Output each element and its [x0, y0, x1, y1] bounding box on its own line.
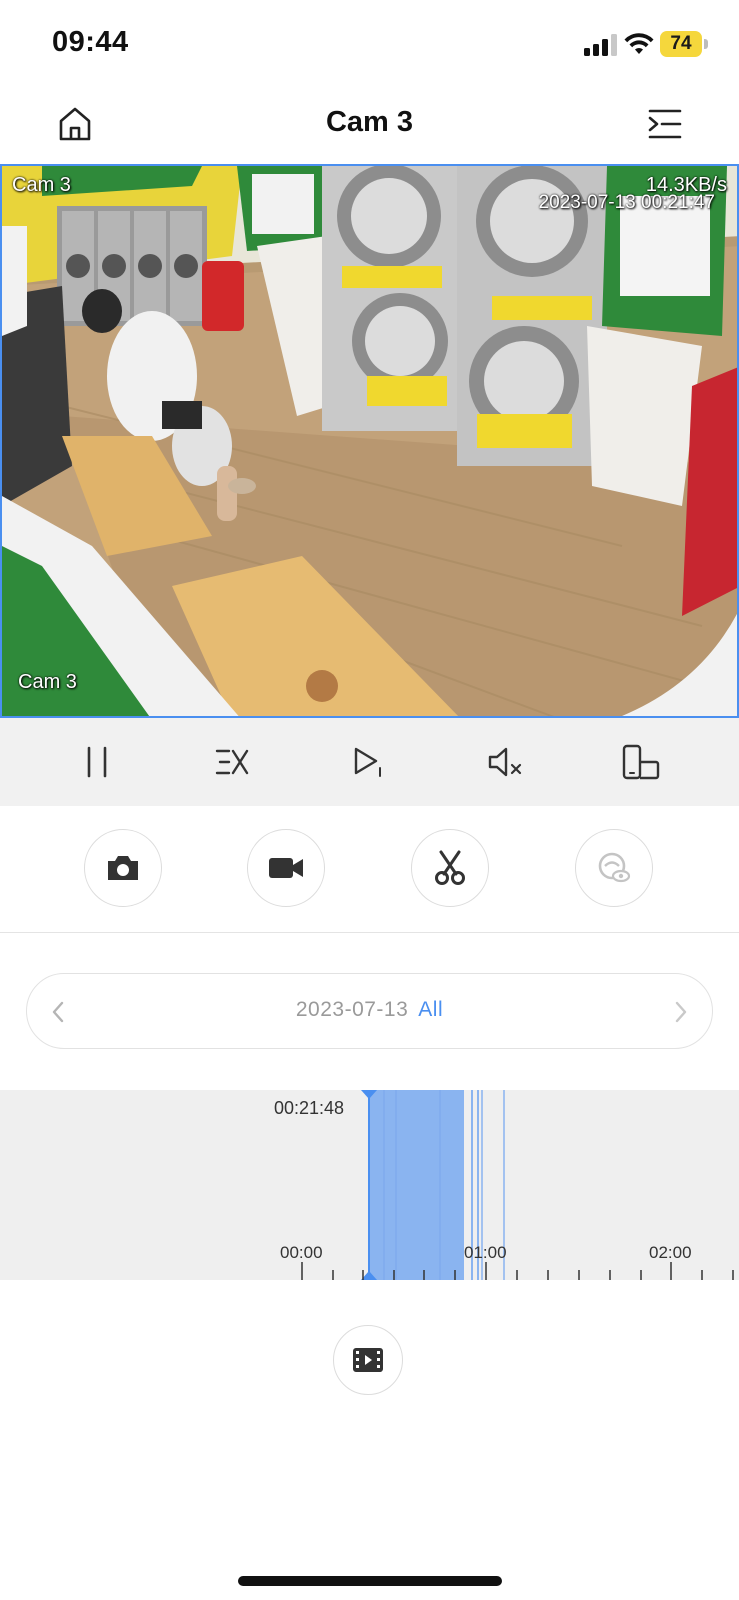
pause-button[interactable] [75, 740, 119, 784]
wifi-icon [624, 33, 654, 54]
camera-frame-image [2, 166, 737, 716]
battery-tip [704, 39, 708, 49]
rotate-screen-button[interactable] [619, 740, 663, 784]
pause-icon [87, 746, 107, 778]
timeline-cursor-time: 00:21:48 [274, 1098, 345, 1118]
mute-icon [488, 747, 522, 777]
timeline-track [301, 1090, 734, 1280]
action-buttons [0, 806, 739, 933]
rotate-screen-icon [622, 744, 660, 780]
status-bar: 09:44 74 [0, 0, 739, 88]
tick-label: 00:00 [280, 1243, 323, 1262]
record-video-icon [269, 858, 303, 878]
mute-button[interactable] [483, 740, 527, 784]
private-mode-icon [598, 852, 631, 883]
menu-collapse-icon[interactable] [648, 108, 682, 140]
video-clips-icon [353, 1348, 383, 1372]
battery-icon: 74 [660, 31, 708, 57]
osd-camera-label: Cam 3 [18, 671, 77, 693]
snapshot-camera-icon [108, 856, 138, 880]
osd-timestamp: 2023-07-13 00:21:47 [538, 192, 715, 213]
frame-step-button[interactable] [346, 740, 390, 784]
private-mode-button[interactable] [575, 829, 653, 907]
date-selector: 2023-07-13 All [26, 973, 713, 1049]
speed-x-icon [215, 749, 249, 775]
chevron-right-icon[interactable] [672, 998, 690, 1026]
filter-all[interactable]: All [418, 998, 443, 1021]
battery-level: 74 [660, 31, 702, 57]
cellular-signal-icon [584, 34, 617, 56]
date-value: 2023-07-13 [295, 998, 409, 1021]
status-time: 09:44 [52, 26, 129, 58]
clip-button[interactable] [411, 829, 489, 907]
clip-scissors-icon [435, 850, 465, 885]
recording-segment [368, 1090, 464, 1280]
video-clips-button[interactable] [333, 1325, 403, 1395]
camera-video-player[interactable]: Cam 3 14.3KB/s 2023-07-13 00:21:47 Cam 3 [0, 164, 739, 718]
page-title: Cam 3 [325, 106, 414, 138]
nav-bar: Cam 3 [0, 90, 739, 162]
home-indicator[interactable] [238, 1576, 502, 1586]
date-display[interactable]: 2023-07-13 All [27, 998, 712, 1022]
tick-label: 01:00 [464, 1243, 507, 1262]
play-single-icon [354, 747, 381, 777]
playback-speed-button[interactable] [210, 740, 254, 784]
osd-camera-name: Cam 3 [12, 174, 71, 196]
tick-label: 02:00 [649, 1243, 692, 1262]
playback-controls [0, 718, 739, 806]
record-button[interactable] [247, 829, 325, 907]
playback-timeline[interactable]: 00:21:48 00:00 01:00 02:00 [0, 1090, 739, 1280]
snapshot-button[interactable] [84, 829, 162, 907]
